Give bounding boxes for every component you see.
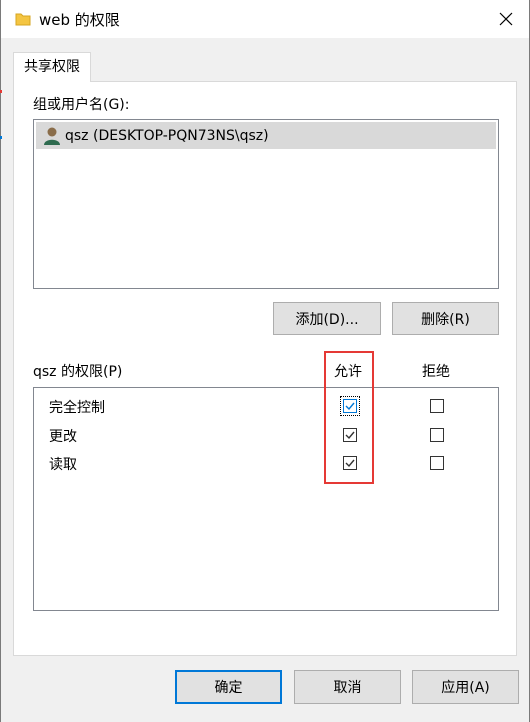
user-icon: [43, 126, 61, 146]
close-button[interactable]: [483, 0, 529, 38]
permissions-label: qsz 的权限(P): [33, 364, 123, 380]
close-icon: [499, 12, 513, 26]
allow-change-checkbox[interactable]: [343, 428, 357, 442]
deny-column-header: 拒绝: [422, 364, 450, 380]
user-name: qsz (DESKTOP-PQN73NS\qsz): [65, 127, 269, 144]
check-icon: [345, 459, 355, 468]
allow-column-header: 允许: [334, 364, 362, 380]
allow-read-checkbox[interactable]: [343, 456, 357, 470]
deny-read-checkbox[interactable]: [430, 456, 444, 470]
deny-full-control-checkbox[interactable]: [430, 399, 444, 413]
window-title: web 的权限: [39, 11, 120, 29]
permission-name-read: 读取: [49, 457, 77, 473]
permission-name-full-control: 完全控制: [49, 400, 105, 416]
allow-full-control-checkbox[interactable]: [340, 396, 360, 416]
title-bar: web 的权限: [1, 0, 529, 38]
cancel-button[interactable]: 取消: [294, 670, 401, 704]
check-icon: [345, 402, 355, 411]
remove-button[interactable]: 删除(R): [392, 302, 499, 335]
permissions-dialog: web 的权限 共享权限 组或用户名(G): qsz (DESKTOP-PQN7…: [0, 0, 530, 722]
background-window-edge: [0, 90, 2, 93]
permissions-list: 完全控制 更改 读取: [33, 387, 499, 611]
group-user-list[interactable]: qsz (DESKTOP-PQN73NS\qsz): [33, 119, 499, 289]
list-item[interactable]: qsz (DESKTOP-PQN73NS\qsz): [36, 122, 496, 149]
folder-icon: [15, 12, 31, 26]
permission-name-change: 更改: [49, 429, 77, 445]
tab-share-permissions[interactable]: 共享权限: [13, 52, 91, 82]
ok-button[interactable]: 确定: [175, 670, 282, 704]
apply-button[interactable]: 应用(A): [412, 670, 519, 704]
check-icon: [345, 431, 355, 440]
add-button[interactable]: 添加(D)...: [273, 302, 381, 335]
background-window-edge: [0, 136, 2, 139]
groups-label: 组或用户名(G):: [33, 97, 130, 113]
deny-change-checkbox[interactable]: [430, 428, 444, 442]
